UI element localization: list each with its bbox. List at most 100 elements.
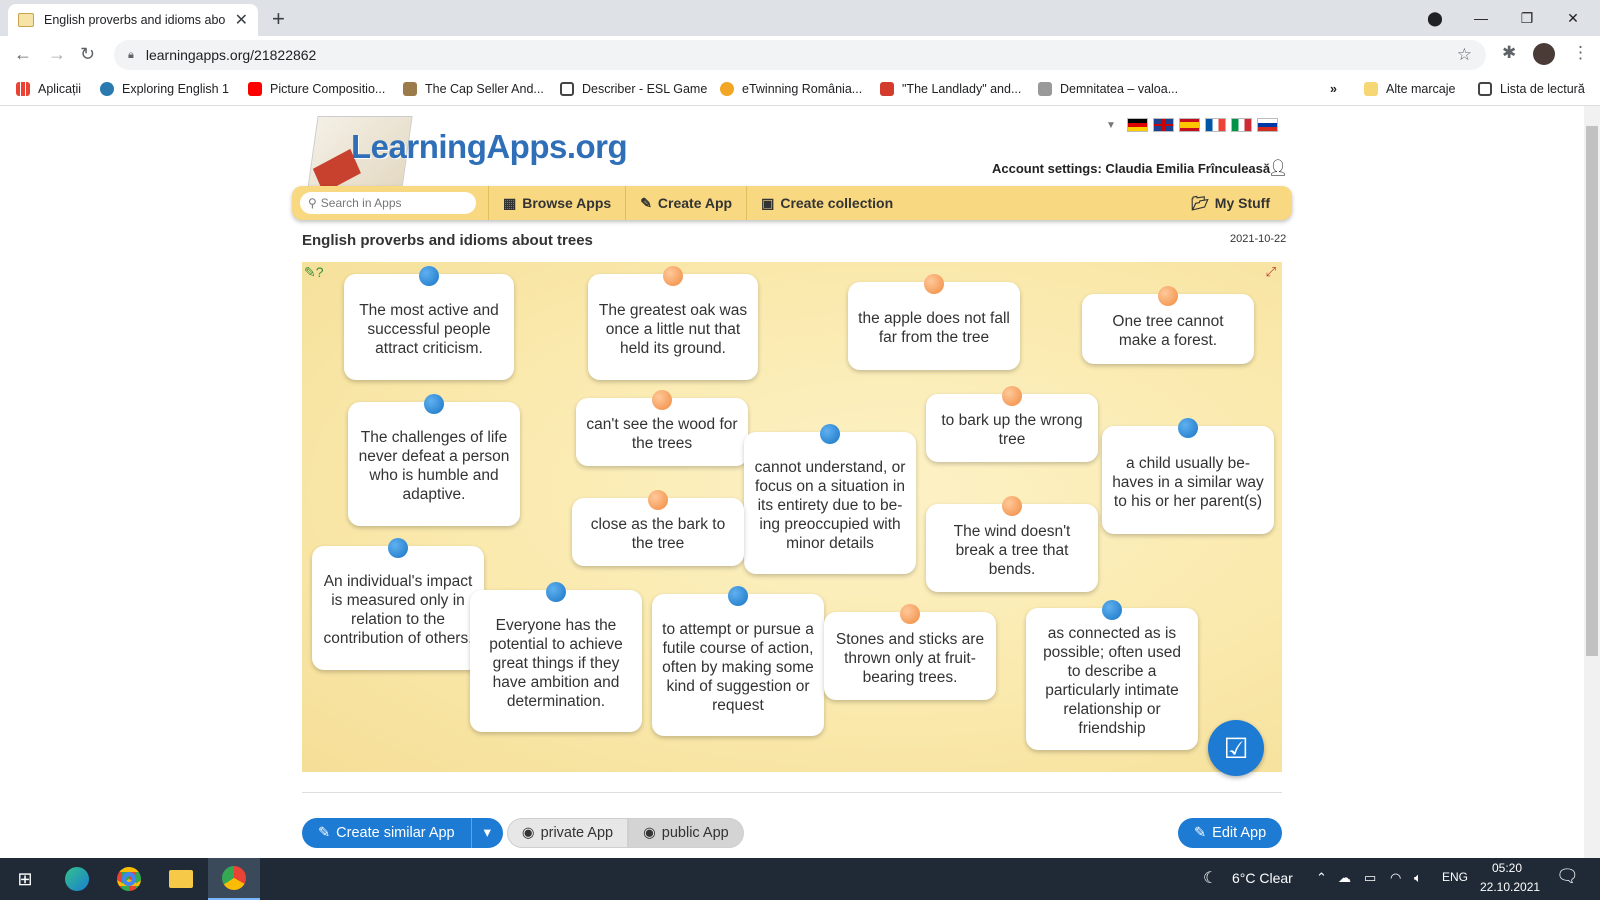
- create-similar-dropdown[interactable]: ▾: [470, 818, 503, 848]
- bookmark-item[interactable]: "The Landlady" and...: [880, 82, 1021, 96]
- folder-icon: [1364, 82, 1378, 96]
- account-settings-link[interactable]: Account settings: Claudia Emilia Frîncul…: [992, 161, 1270, 176]
- bookmark-item[interactable]: Demnitatea – valoa...: [1038, 82, 1178, 96]
- pin-icon: [900, 604, 920, 624]
- page-icon: [403, 82, 417, 96]
- match-card[interactable]: to bark up the wrong tree: [926, 386, 1098, 462]
- browse-apps-button[interactable]: ▦ Browse Apps: [488, 186, 625, 220]
- flag-fr-icon[interactable]: [1204, 118, 1226, 132]
- create-app-button[interactable]: ✎ Create App: [625, 186, 746, 220]
- bookmark-item[interactable]: eTwinning România...: [720, 82, 862, 96]
- chrome-icon[interactable]: [116, 866, 142, 892]
- volume-icon[interactable]: 🔈︎: [1414, 870, 1422, 886]
- pin-icon: [820, 424, 840, 444]
- language-indicator[interactable]: ENG: [1442, 870, 1468, 884]
- close-tab-icon[interactable]: ✕: [235, 10, 248, 30]
- site-logo[interactable]: LearningApps.org: [351, 128, 628, 166]
- tray-chevron-icon[interactable]: ⌃: [1316, 870, 1327, 886]
- scrollbar-thumb[interactable]: [1586, 126, 1598, 656]
- close-window-button[interactable]: ✕: [1550, 0, 1596, 36]
- app-date: 2021-10-22: [1230, 233, 1287, 245]
- etwinning-icon: [720, 82, 734, 96]
- matching-board: ✎? ⤢ The most active and successful peop…: [302, 262, 1282, 776]
- other-bookmarks[interactable]: Alte marcaje: [1364, 82, 1455, 96]
- bookmark-item[interactable]: Exploring English 1: [100, 82, 229, 96]
- reload-icon[interactable]: ↻: [80, 44, 95, 65]
- chrome-active-icon[interactable]: [208, 858, 260, 900]
- private-app-button[interactable]: ◉ private App: [506, 818, 629, 848]
- create-collection-button[interactable]: ▣ Create collection: [746, 186, 907, 220]
- match-card[interactable]: An individual's im­pact is measured only…: [312, 538, 484, 670]
- flag-es-icon[interactable]: [1178, 118, 1200, 132]
- file-explorer-icon[interactable]: [168, 866, 194, 892]
- match-card[interactable]: close as the bark to the tree: [572, 490, 744, 566]
- match-card[interactable]: The greatest oak was once a little nut t…: [588, 266, 758, 380]
- pin-icon: [1158, 286, 1178, 306]
- pin-icon: [546, 582, 566, 602]
- match-card[interactable]: The most active and successful people at…: [344, 266, 514, 380]
- hint-icon[interactable]: ✎?: [304, 264, 324, 282]
- match-card[interactable]: can't see the wood for the trees: [576, 390, 748, 466]
- flag-ru-icon[interactable]: [1256, 118, 1278, 132]
- new-tab-button[interactable]: +: [272, 6, 285, 32]
- tab-strip: English proverbs and idioms abo ✕ + ⬤ — …: [0, 0, 1600, 36]
- edit-actions: ✎ Edit App: [1178, 818, 1283, 848]
- bookmark-item[interactable]: Describer - ESL Game: [560, 82, 707, 96]
- bookmark-star-icon[interactable]: ☆: [1457, 45, 1472, 65]
- edit-icon: ✎: [318, 825, 331, 841]
- battery-icon[interactable]: ▭: [1364, 870, 1376, 886]
- clock-date[interactable]: 22.10.2021: [1480, 880, 1540, 894]
- match-card[interactable]: to attempt or pur­sue a futile course of…: [652, 586, 824, 736]
- menu-kebab-icon[interactable]: ⋮: [1572, 43, 1589, 63]
- bookmark-item[interactable]: The Cap Seller And...: [403, 82, 544, 96]
- match-card[interactable]: the apple does not fall far from the tre…: [848, 274, 1020, 370]
- flag-gb-icon[interactable]: [1152, 118, 1174, 132]
- edge-icon[interactable]: [64, 866, 90, 892]
- edit-app-button[interactable]: ✎ Edit App: [1178, 818, 1283, 848]
- notification-icon[interactable]: 🗨︎: [1556, 866, 1579, 887]
- my-stuff-button[interactable]: 📂︎ My Stuff: [1191, 195, 1270, 212]
- language-dropdown-icon[interactable]: ▼: [1106, 120, 1116, 131]
- restore-button[interactable]: ❐: [1504, 0, 1550, 36]
- windows-start-icon[interactable]: ⊞: [12, 866, 38, 892]
- public-app-button[interactable]: ◉ public App: [628, 818, 744, 848]
- match-card[interactable]: The wind doesn't break a tree that bends…: [926, 496, 1098, 592]
- match-card[interactable]: a child usually be­haves in a similar wa…: [1102, 418, 1274, 534]
- fullscreen-icon[interactable]: ⤢: [1266, 264, 1276, 280]
- browser-tab[interactable]: English proverbs and idioms abo ✕: [8, 4, 258, 36]
- minimize-button[interactable]: —: [1458, 0, 1504, 36]
- wifi-icon[interactable]: ◠: [1390, 870, 1401, 886]
- app-title: English proverbs and idioms about trees: [302, 232, 593, 249]
- bookmark-item[interactable]: Aplicații: [16, 82, 81, 96]
- create-similar-app-button[interactable]: ✎ Create similar App: [302, 818, 471, 848]
- match-card[interactable]: The challenges of life never defeat a pe…: [348, 394, 520, 526]
- flag-it-icon[interactable]: [1230, 118, 1252, 132]
- reading-list[interactable]: Lista de lectură: [1478, 82, 1585, 96]
- language-flags: ▼: [1106, 118, 1278, 132]
- weather-text[interactable]: 6°C Clear: [1232, 870, 1293, 886]
- back-icon[interactable]: ←: [14, 44, 32, 65]
- match-card[interactable]: One tree cannot make a forest.: [1082, 286, 1254, 364]
- pin-icon: [1002, 496, 1022, 516]
- profile-avatar[interactable]: [1533, 43, 1555, 65]
- user-icon[interactable]: 👤︎: [1268, 158, 1288, 178]
- bookmarks-overflow-button[interactable]: »: [1330, 82, 1337, 96]
- lock-icon: 🔒︎: [128, 48, 134, 61]
- profile-search-icon[interactable]: ⬤: [1412, 0, 1458, 36]
- pin-icon: [728, 586, 748, 606]
- extensions-icon[interactable]: ✱: [1502, 43, 1516, 63]
- flag-de-icon[interactable]: [1126, 118, 1148, 132]
- address-bar[interactable]: 🔒︎ learningapps.org/21822862 ☆: [114, 40, 1486, 70]
- match-card[interactable]: cannot under­stand, or focus on a situat…: [744, 424, 916, 574]
- forward-icon[interactable]: →: [48, 44, 66, 65]
- pin-icon: [388, 538, 408, 558]
- check-answers-button[interactable]: ☑: [1208, 720, 1264, 776]
- bookmark-item[interactable]: Picture Compositio...: [248, 82, 385, 96]
- match-card[interactable]: as connected as is possible; often used …: [1026, 600, 1198, 750]
- cloud-icon[interactable]: ☁: [1338, 870, 1351, 886]
- match-card[interactable]: Stones and sticks are thrown only at fru…: [824, 604, 996, 700]
- search-input[interactable]: ⚲ Search in Apps: [300, 192, 476, 214]
- clock-time[interactable]: 05:20: [1492, 861, 1522, 875]
- match-card[interactable]: Everyone has the potential to achieve gr…: [470, 582, 642, 732]
- pin-icon: [648, 490, 668, 510]
